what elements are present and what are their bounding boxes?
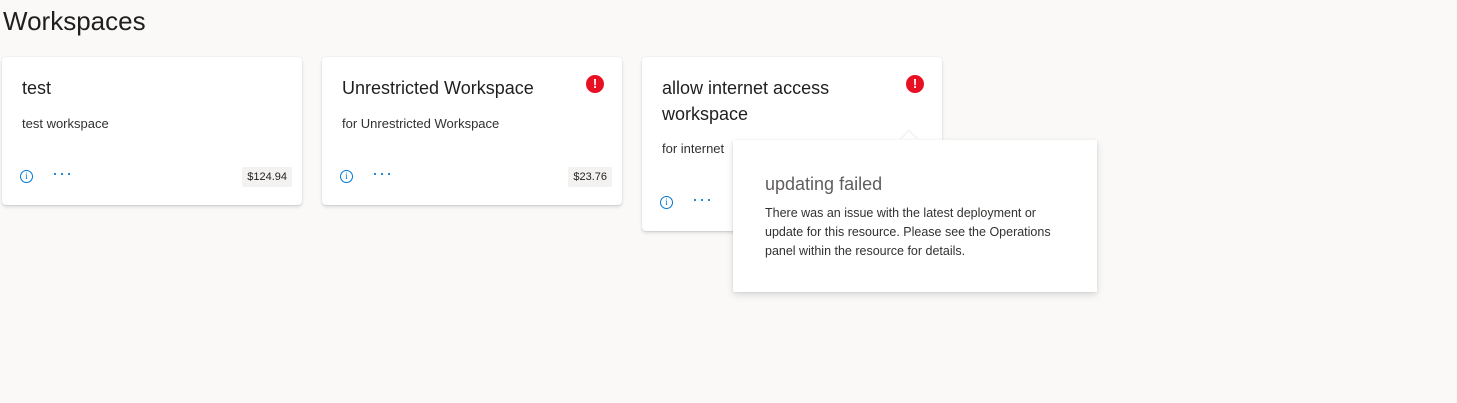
workspace-card[interactable]: Unrestricted Workspace ! for Unrestricte…: [322, 57, 622, 205]
workspace-description: test workspace: [22, 116, 109, 131]
workspace-title[interactable]: allow internet access workspace: [662, 75, 892, 127]
workspaces-page: Workspaces test test workspace i ··· $12…: [0, 0, 1457, 403]
info-icon[interactable]: i: [340, 170, 353, 183]
workspace-description: for Unrestricted Workspace: [342, 116, 500, 131]
info-icon[interactable]: i: [20, 170, 33, 183]
error-callout: updating failed There was an issue with …: [733, 140, 1097, 292]
page-title: Workspaces: [3, 6, 146, 36]
info-icon[interactable]: i: [660, 196, 673, 209]
more-ellipsis-icon[interactable]: ···: [52, 163, 73, 183]
more-ellipsis-icon[interactable]: ···: [692, 189, 713, 209]
error-badge-icon[interactable]: !: [586, 75, 604, 93]
callout-body: There was an issue with the latest deplo…: [765, 206, 1051, 258]
card-footer: i ··· $23.76: [340, 163, 612, 187]
callout-title: updating failed: [765, 174, 883, 194]
cost-badge[interactable]: $124.94: [242, 167, 292, 187]
workspace-title[interactable]: Unrestricted Workspace: [342, 75, 572, 101]
workspace-card[interactable]: test test workspace i ··· $124.94: [2, 57, 302, 205]
workspace-description: for internet: [662, 141, 725, 156]
card-footer: i ··· $124.94: [20, 163, 292, 187]
error-badge-icon[interactable]: !: [906, 75, 924, 93]
workspace-title[interactable]: test: [22, 75, 252, 101]
more-ellipsis-icon[interactable]: ···: [372, 163, 393, 183]
cost-badge[interactable]: $23.76: [568, 167, 612, 187]
